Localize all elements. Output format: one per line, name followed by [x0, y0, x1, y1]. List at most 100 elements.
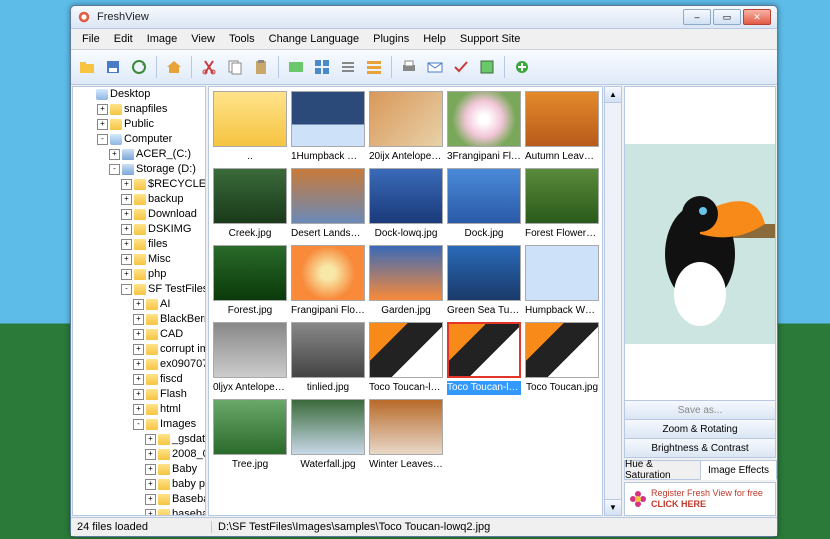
- home-icon[interactable]: [162, 55, 186, 79]
- save-icon[interactable]: [101, 55, 125, 79]
- expand-icon[interactable]: +: [133, 359, 144, 370]
- thumbnail-image[interactable]: [369, 168, 443, 224]
- menu-help[interactable]: Help: [416, 31, 453, 47]
- expand-icon[interactable]: +: [121, 239, 132, 250]
- thumbnail-image[interactable]: [213, 91, 287, 147]
- tree-item[interactable]: SF TestFiles: [148, 283, 206, 295]
- copy-icon[interactable]: [223, 55, 247, 79]
- thumbnail-image[interactable]: [447, 91, 521, 147]
- tree-item[interactable]: Public: [124, 118, 154, 130]
- thumbnail-image[interactable]: [291, 91, 365, 147]
- tree-item[interactable]: baseballgame: [172, 508, 206, 516]
- tree-item[interactable]: corrupt images: [160, 343, 206, 355]
- tree-item[interactable]: html: [160, 403, 181, 415]
- expand-icon[interactable]: +: [97, 104, 108, 115]
- tree-item[interactable]: php: [148, 268, 166, 280]
- thumbnail-image[interactable]: [291, 245, 365, 301]
- thumbnail-item[interactable]: ..: [213, 91, 287, 164]
- minimize-button[interactable]: –: [683, 9, 711, 25]
- tree-item[interactable]: files: [148, 238, 168, 250]
- expand-icon[interactable]: +: [97, 119, 108, 130]
- tab-hue-saturation[interactable]: Hue & Saturation: [624, 460, 701, 480]
- thumbnail-item[interactable]: tinlied.jpg: [291, 322, 365, 395]
- thumbs-icon[interactable]: [310, 55, 334, 79]
- menu-tools[interactable]: Tools: [222, 31, 262, 47]
- tree-item[interactable]: ex090707: [160, 358, 206, 370]
- thumbnail-pane[interactable]: ..1Humpback W....jpg20ijx Antelope.jpg3F…: [208, 86, 603, 516]
- expand-icon[interactable]: +: [121, 254, 132, 265]
- collapse-icon[interactable]: -: [133, 419, 144, 430]
- thumbnail-image[interactable]: [369, 399, 443, 455]
- thumbnail-image[interactable]: [525, 168, 599, 224]
- thumbnail-item[interactable]: Dock-lowq.jpg: [369, 168, 443, 241]
- thumbnail-image[interactable]: [447, 168, 521, 224]
- expand-icon[interactable]: +: [121, 269, 132, 280]
- thumbnail-item[interactable]: Toco Toucan.jpg: [525, 322, 599, 395]
- expand-icon[interactable]: +: [145, 509, 156, 516]
- tree-item[interactable]: _gsdata_: [172, 433, 206, 445]
- thumbnail-item[interactable]: 0ljyx Antelope.jpg: [213, 322, 287, 395]
- thumbnail-image[interactable]: [369, 245, 443, 301]
- close-button[interactable]: ✕: [743, 9, 771, 25]
- expand-icon[interactable]: +: [133, 374, 144, 385]
- thumbnail-item[interactable]: Creek.jpg: [213, 168, 287, 241]
- tree-item[interactable]: CAD: [160, 328, 183, 340]
- expand-icon[interactable]: +: [109, 149, 120, 160]
- thumbnail-item[interactable]: Forest Flowers.jpg: [525, 168, 599, 241]
- scrollbar[interactable]: ▲ ▼: [604, 86, 622, 516]
- expand-icon[interactable]: +: [133, 404, 144, 415]
- tree-pane[interactable]: Desktop +snapfiles +Public -Computer +AC…: [72, 86, 206, 516]
- thumbnail-image[interactable]: [525, 322, 599, 378]
- thumbnail-item[interactable]: Garden.jpg: [369, 245, 443, 318]
- expand-icon[interactable]: +: [145, 449, 156, 460]
- menu-file[interactable]: File: [75, 31, 107, 47]
- menu-view[interactable]: View: [184, 31, 222, 47]
- expand-icon[interactable]: +: [121, 224, 132, 235]
- paste-icon[interactable]: [249, 55, 273, 79]
- collapse-icon[interactable]: -: [109, 164, 120, 175]
- slideshow-icon[interactable]: [284, 55, 308, 79]
- expand-icon[interactable]: +: [145, 479, 156, 490]
- tree-item[interactable]: Download: [148, 208, 197, 220]
- scroll-up-icon[interactable]: ▲: [605, 87, 621, 103]
- plugin-icon[interactable]: [510, 55, 534, 79]
- thumbnail-image[interactable]: [369, 322, 443, 378]
- thumbnail-item[interactable]: Toco Toucan-lo....jpg: [369, 322, 443, 395]
- collapse-icon[interactable]: -: [121, 284, 132, 295]
- maximize-button[interactable]: ▭: [713, 9, 741, 25]
- open-icon[interactable]: [75, 55, 99, 79]
- expand-icon[interactable]: +: [121, 209, 132, 220]
- thumbnail-image[interactable]: [213, 322, 287, 378]
- thumbnail-item[interactable]: Frangipani Flow....jpg: [291, 245, 365, 318]
- thumbnail-image[interactable]: [525, 245, 599, 301]
- thumbnail-item[interactable]: Humpback Wh....jpg: [525, 245, 599, 318]
- tree-item[interactable]: Computer: [124, 133, 172, 145]
- zoom-rotate-button[interactable]: Zoom & Rotating: [624, 419, 776, 439]
- thumbnail-image[interactable]: [447, 322, 521, 378]
- menu-plugins[interactable]: Plugins: [366, 31, 416, 47]
- tree-item[interactable]: fiscd: [160, 373, 183, 385]
- tree-item[interactable]: Storage (D:): [136, 163, 196, 175]
- thumbnail-item[interactable]: 3Frangipani Flo....jpg: [447, 91, 521, 164]
- scroll-down-icon[interactable]: ▼: [605, 499, 621, 515]
- tree-item[interactable]: 2008_02_02: [172, 448, 206, 460]
- tree-item[interactable]: AI: [160, 298, 170, 310]
- thumbnail-image[interactable]: [525, 91, 599, 147]
- expand-icon[interactable]: +: [145, 494, 156, 505]
- thumbnail-item[interactable]: Tree.jpg: [213, 399, 287, 472]
- save-as-button[interactable]: Save as...: [624, 400, 776, 420]
- list-icon[interactable]: [336, 55, 360, 79]
- thumbnail-item[interactable]: Toco Toucan-lo....jpg: [447, 322, 521, 395]
- expand-icon[interactable]: +: [133, 299, 144, 310]
- thumbnail-image[interactable]: [213, 168, 287, 224]
- tree-item[interactable]: backup: [148, 193, 183, 205]
- tree-item[interactable]: BlackBerry: [160, 313, 206, 325]
- email-icon[interactable]: [423, 55, 447, 79]
- collapse-icon[interactable]: -: [97, 134, 108, 145]
- tab-image-effects[interactable]: Image Effects: [700, 460, 777, 480]
- tree-item[interactable]: DSKIMG: [148, 223, 191, 235]
- thumbnail-image[interactable]: [447, 245, 521, 301]
- expand-icon[interactable]: +: [133, 329, 144, 340]
- thumbnail-item[interactable]: 20ijx Antelope.jpg: [369, 91, 443, 164]
- expand-icon[interactable]: +: [133, 314, 144, 325]
